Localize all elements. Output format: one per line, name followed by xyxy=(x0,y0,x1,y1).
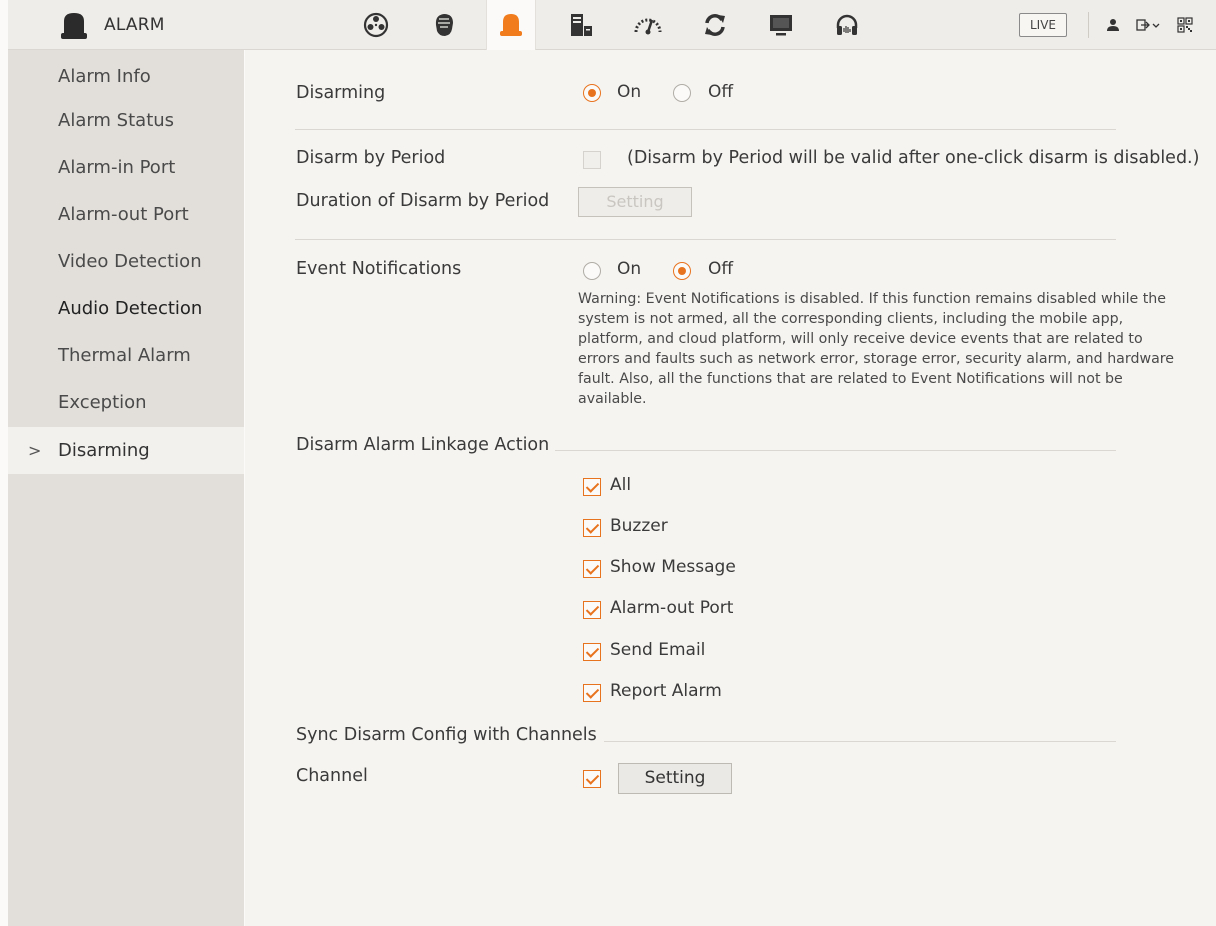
section-divider xyxy=(295,239,1116,240)
face-icon[interactable] xyxy=(428,9,460,41)
monitor-icon[interactable] xyxy=(765,9,797,41)
channel-setting-button[interactable]: Setting xyxy=(618,763,732,794)
sidebar-item-label: Alarm-out Port xyxy=(58,204,189,225)
event-notifications-warning: Warning: Event Notifications is disabled… xyxy=(578,291,1175,407)
chevron-right-icon: > xyxy=(28,441,42,460)
qr-code-icon[interactable] xyxy=(1175,15,1195,35)
duration-label: Duration of Disarm by Period xyxy=(296,191,550,211)
section-divider xyxy=(295,129,1116,130)
linkage-show-message-label: Show Message xyxy=(610,557,736,577)
linkage-show-message-checkbox[interactable] xyxy=(583,560,601,578)
sidebar-item-label: Alarm Info xyxy=(58,66,151,87)
alarm-bell-logo-icon xyxy=(61,13,87,39)
refresh-icon[interactable] xyxy=(699,9,731,41)
film-reel-icon[interactable] xyxy=(360,9,392,41)
linkage-section-title: Disarm Alarm Linkage Action xyxy=(296,435,550,455)
top-bar: ALARM LIVE xyxy=(8,0,1216,50)
disarming-off-radio[interactable] xyxy=(673,84,691,102)
sidebar-item-video-detection[interactable]: Video Detection xyxy=(8,238,244,285)
linkage-buzzer-label: Buzzer xyxy=(610,516,668,536)
disarming-label: Disarming xyxy=(296,83,386,103)
linkage-buzzer-checkbox[interactable] xyxy=(583,519,601,537)
linkage-all-checkbox[interactable] xyxy=(583,478,601,496)
disarming-off-label: Off xyxy=(708,82,734,102)
disarm-by-period-label: Disarm by Period xyxy=(296,148,446,168)
section-divider xyxy=(604,741,1116,742)
sidebar-item-label: Disarming xyxy=(58,440,150,461)
sidebar-item-alarm-info[interactable]: Alarm Info xyxy=(8,53,244,100)
alarm-bell-icon[interactable] xyxy=(486,0,536,50)
sidebar-item-exception[interactable]: Exception xyxy=(8,379,244,426)
channel-label: Channel xyxy=(296,766,368,786)
linkage-report-alarm-label: Report Alarm xyxy=(610,681,722,701)
linkage-report-alarm-checkbox[interactable] xyxy=(583,684,601,702)
sidebar-item-alarm-status[interactable]: Alarm Status xyxy=(8,97,244,144)
logout-icon[interactable] xyxy=(1135,15,1163,35)
disarming-on-radio[interactable] xyxy=(583,84,601,102)
sidebar-item-label: Alarm Status xyxy=(58,110,175,131)
event-notifications-off-label: Off xyxy=(708,259,734,279)
storage-icon[interactable] xyxy=(565,9,597,41)
sidebar-item-label: Exception xyxy=(58,392,147,413)
disarm-by-period-checkbox[interactable] xyxy=(583,151,601,169)
live-button[interactable]: LIVE xyxy=(1019,13,1067,37)
gauge-icon[interactable] xyxy=(632,9,664,41)
section-divider xyxy=(555,450,1116,451)
disarm-by-period-note: (Disarm by Period will be valid after on… xyxy=(627,148,1200,168)
sidebar-item-label: Thermal Alarm xyxy=(58,345,191,366)
sidebar-item-thermal-alarm[interactable]: Thermal Alarm xyxy=(8,332,244,379)
channel-checkbox[interactable] xyxy=(583,770,601,788)
sidebar-item-alarm-out-port[interactable]: Alarm-out Port xyxy=(8,191,244,238)
sidebar-item-audio-detection[interactable]: Audio Detection xyxy=(8,285,244,332)
event-notifications-label: Event Notifications xyxy=(296,259,462,279)
event-notifications-on-radio[interactable] xyxy=(583,262,601,280)
user-icon[interactable] xyxy=(1103,15,1123,35)
sidebar-item-label: Video Detection xyxy=(58,251,202,272)
event-notifications-on-label: On xyxy=(617,259,642,279)
linkage-send-email-checkbox[interactable] xyxy=(583,643,601,661)
sync-section-title: Sync Disarm Config with Channels xyxy=(296,725,597,745)
linkage-all-label: All xyxy=(610,475,632,495)
linkage-alarm-out-port-label: Alarm-out Port xyxy=(610,598,734,618)
headset-icon[interactable] xyxy=(831,9,863,41)
app-title: ALARM xyxy=(104,15,165,35)
sidebar-item-disarming[interactable]: > Disarming xyxy=(8,427,244,474)
sidebar-item-alarm-in-port[interactable]: Alarm-in Port xyxy=(8,144,244,191)
event-notifications-off-radio[interactable] xyxy=(673,262,691,280)
disarming-on-label: On xyxy=(617,82,642,102)
sidebar: Alarm Info Alarm Status Alarm-in Port Al… xyxy=(8,50,244,926)
sidebar-item-label: Audio Detection xyxy=(58,298,203,319)
linkage-alarm-out-port-checkbox[interactable] xyxy=(583,601,601,619)
duration-setting-button[interactable]: Setting xyxy=(578,187,692,217)
main-panel: Disarming On Off Disarm by Period (Disar… xyxy=(245,50,1216,926)
toolbar-divider xyxy=(1088,12,1089,38)
sidebar-item-label: Alarm-in Port xyxy=(58,157,176,178)
linkage-send-email-label: Send Email xyxy=(610,640,706,660)
